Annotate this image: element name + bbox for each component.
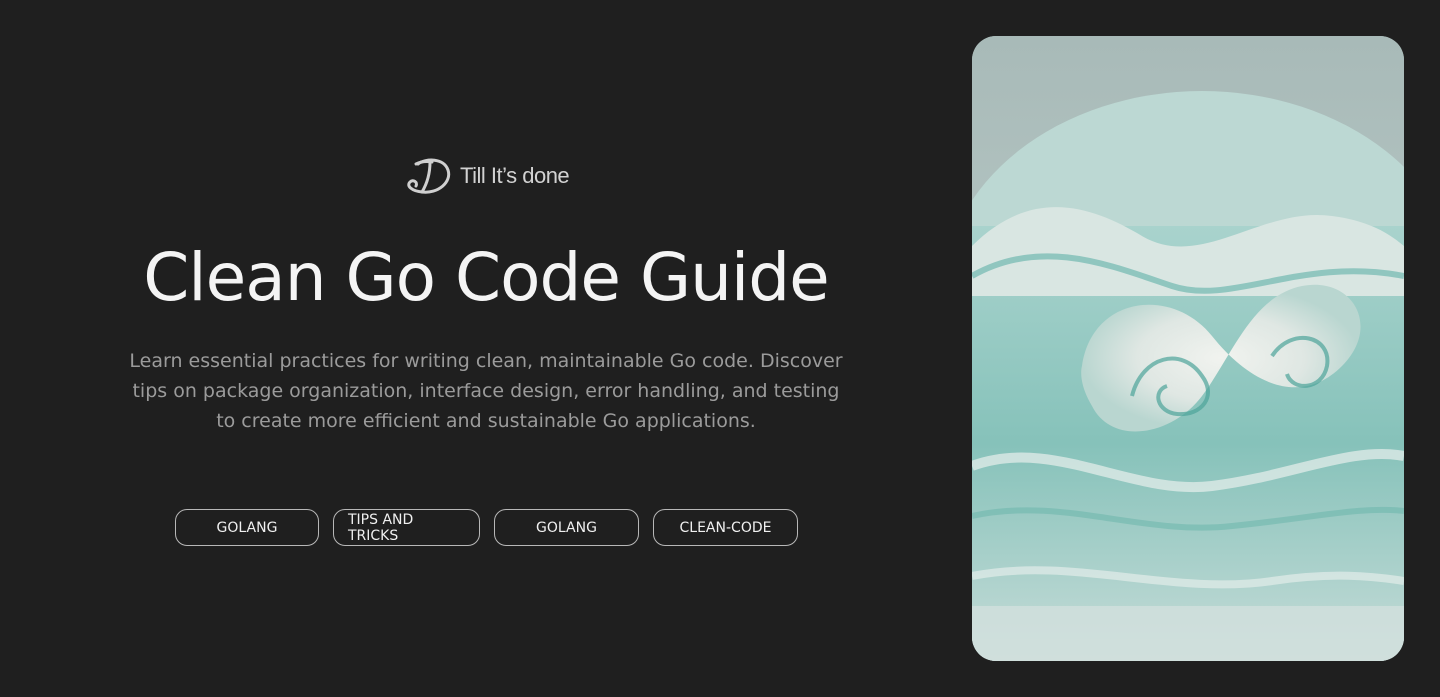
tag-tips-and-tricks[interactable]: TIPS AND TRICKS: [333, 509, 480, 546]
brand-name: Till It’s done: [460, 163, 570, 188]
brand-link[interactable]: Till It’s done: [404, 154, 570, 198]
tag-list: GOLANG TIPS AND TRICKS GOLANG CLEAN-CODE: [175, 509, 798, 546]
brand-logo-icon: [407, 158, 451, 194]
hero-wave-illustration: [972, 36, 1404, 661]
page-description: Learn essential practices for writing cl…: [129, 350, 843, 432]
hero-image: [972, 36, 1404, 661]
tag-clean-code[interactable]: CLEAN-CODE: [653, 509, 798, 546]
page: Till It’s done Clean Go Code Guide Learn…: [0, 0, 1440, 697]
tag-golang[interactable]: GOLANG: [175, 509, 319, 546]
tag-golang-2[interactable]: GOLANG: [494, 509, 639, 546]
page-title: Clean Go Code Guide: [143, 239, 830, 316]
